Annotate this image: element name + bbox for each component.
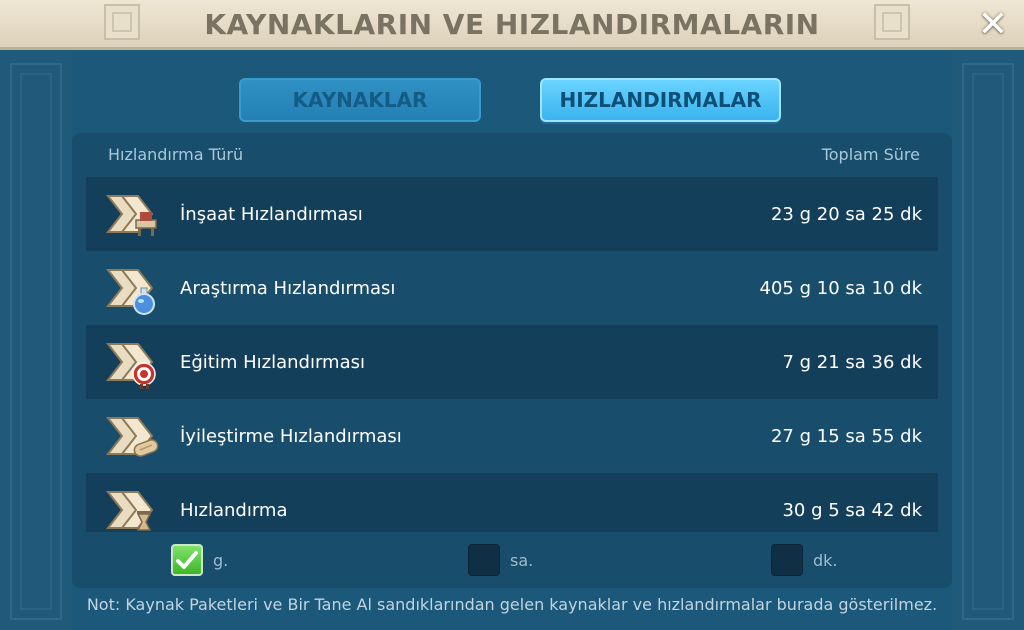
greek-key-frame-left: [10, 63, 62, 620]
tab-resources[interactable]: KAYNAKLAR: [239, 78, 481, 122]
training-speedup-icon: [104, 334, 160, 390]
table-row: Araştırma Hızlandırması 405 g 10 sa 10 d…: [86, 251, 938, 325]
filter-days: g.: [171, 544, 228, 576]
table-row: Eğitim Hızlandırması 7 g 21 sa 36 dk: [86, 325, 938, 399]
research-speedup-icon: [104, 260, 160, 316]
minutes-checkbox[interactable]: [771, 544, 803, 576]
minutes-label: dk.: [813, 550, 838, 570]
page-title: KAYNAKLARIN VE HIZLANDIRMALARIN: [204, 7, 820, 41]
days-checkbox[interactable]: [171, 544, 203, 576]
speedup-total: 30 g 5 sa 42 dk: [782, 499, 922, 521]
speedup-total: 27 g 15 sa 55 dk: [770, 425, 922, 447]
filter-minutes: dk.: [771, 544, 838, 576]
speedup-total: 7 g 21 sa 36 dk: [782, 351, 922, 373]
table-row: Hızlandırma 30 g 5 sa 42 dk: [86, 473, 938, 532]
hours-checkbox[interactable]: [468, 544, 500, 576]
speedup-list-panel: Hızlandırma Türü Toplam Süre İnşaat Hızl…: [72, 133, 952, 588]
hours-label: sa.: [510, 550, 534, 570]
time-unit-filters: g. sa. dk.: [72, 540, 952, 580]
speedup-name: İyileştirme Hızlandırması: [180, 425, 402, 447]
greek-key-frame-right: [962, 63, 1014, 620]
table-row: İnşaat Hızlandırması 23 g 20 sa 25 dk: [86, 177, 938, 251]
tab-speedups[interactable]: HIZLANDIRMALAR: [540, 78, 781, 122]
main-panel: KAYNAKLAR HIZLANDIRMALAR Hızlandırma Tür…: [72, 53, 952, 630]
column-header-total: Toplam Süre: [821, 145, 920, 164]
speedup-total: 23 g 20 sa 25 dk: [770, 203, 922, 225]
checkmark-icon: [176, 551, 198, 569]
speedup-name: Araştırma Hızlandırması: [180, 277, 396, 299]
close-button[interactable]: ✕: [976, 3, 1010, 45]
speedup-name: Hızlandırma: [180, 499, 288, 521]
side-panel-left: [0, 53, 72, 630]
universal-speedup-icon: [104, 482, 160, 532]
table-row: İyileştirme Hızlandırması 27 g 15 sa 55 …: [86, 399, 938, 473]
speedup-list[interactable]: İnşaat Hızlandırması 23 g 20 sa 25 dk Ar…: [86, 177, 938, 532]
speedup-name: Eğitim Hızlandırması: [180, 351, 365, 373]
speedup-name: İnşaat Hızlandırması: [180, 203, 363, 225]
side-panel-right: [952, 53, 1024, 630]
close-icon: ✕: [977, 3, 1009, 45]
construction-speedup-icon: [104, 186, 160, 242]
filter-hours: sa.: [468, 544, 533, 576]
column-header-type: Hızlandırma Türü: [108, 145, 244, 164]
healing-speedup-icon: [104, 408, 160, 464]
footer-note: Not: Kaynak Paketleri ve Bir Tane Al san…: [86, 595, 938, 614]
days-label: g.: [213, 550, 229, 570]
speedup-total: 405 g 10 sa 10 dk: [759, 277, 922, 299]
title-bar: KAYNAKLARIN VE HIZLANDIRMALARIN ✕: [0, 0, 1024, 50]
